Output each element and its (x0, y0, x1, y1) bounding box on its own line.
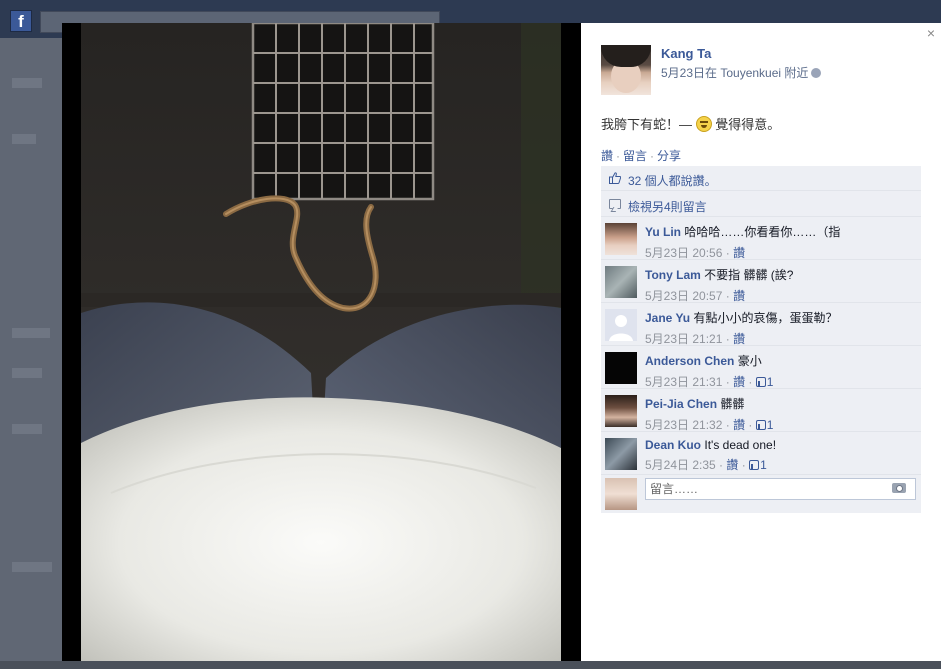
background-bottom (0, 661, 941, 669)
close-icon[interactable]: × (927, 25, 935, 41)
likes-number: 1 (760, 458, 767, 472)
commenter-name[interactable]: Tony Lam (645, 268, 701, 282)
viewer-avatar (605, 478, 637, 510)
background-left-column (0, 38, 62, 669)
like-link[interactable]: 讚 (601, 149, 613, 163)
post-message: 我胯下有蛇！— (601, 117, 693, 132)
comment-like-link[interactable]: 讚 (733, 375, 745, 389)
comment-meta: 5月23日 21:21 · 讚 (645, 332, 746, 346)
comment-meta: 5月23日 21:32 · 讚 · 1 (645, 418, 774, 432)
comment-meta: 5月24日 2:35 · 讚 · 1 (645, 458, 767, 472)
photo-stage[interactable] (62, 23, 581, 661)
post-actions: 讚 · 留言 · 分享 (601, 147, 681, 164)
photo-image (81, 23, 561, 661)
comment-like-link[interactable]: 讚 (733, 418, 745, 432)
comment-text: It's dead one! (704, 438, 777, 452)
post-text: 我胯下有蛇！— 覺得得意。 (601, 114, 780, 133)
comment-like-link[interactable]: 讚 (733, 332, 745, 346)
comment-like-link[interactable]: 讚 (733, 289, 745, 303)
comment-meta: 5月23日 20:57 · 讚 (645, 289, 746, 303)
author-avatar[interactable] (601, 45, 651, 95)
comment-like-link[interactable]: 讚 (726, 458, 738, 472)
comment-time[interactable]: 5月23日 21:32 (645, 418, 722, 432)
share-link[interactable]: 分享 (657, 149, 681, 163)
separator: · (650, 149, 655, 163)
commenter-name[interactable]: Pei-Jia Chen (645, 397, 717, 411)
commenter-avatar[interactable] (605, 352, 637, 384)
post-meta: 5月23日在 Touyenkuei 附近 (661, 64, 822, 81)
mini-like-icon (749, 460, 760, 470)
likes-count[interactable]: 32 個人都說讚。 (628, 174, 717, 188)
facebook-logo: f (10, 10, 32, 32)
commenter-name[interactable]: Anderson Chen (645, 354, 734, 368)
commenter-name[interactable]: Jane Yu (645, 311, 690, 325)
write-comment-row (601, 475, 921, 513)
view-more-label[interactable]: 檢視另4則留言 (628, 200, 707, 214)
likes-number: 1 (766, 418, 774, 432)
comment-time[interactable]: 5月23日 20:57 (645, 289, 722, 303)
likes-number: 1 (766, 375, 774, 389)
comment-time[interactable]: 5月23日 21:31 (645, 375, 722, 389)
comment-input[interactable] (645, 478, 916, 500)
camera-icon[interactable] (892, 483, 906, 493)
comment-item: Anderson Chen 豪小 5月23日 21:31 · 讚 · 1 (601, 346, 921, 389)
comment-time[interactable]: 5月23日 20:56 (645, 246, 722, 260)
mini-like-icon (755, 377, 766, 387)
like-thumb-icon (609, 172, 621, 184)
commenter-name[interactable]: Yu Lin (645, 225, 681, 239)
post-panel: × Kang Ta 5月23日在 Touyenkuei 附近 我胯下有蛇！— 覺… (581, 23, 941, 661)
default-profile-icon (609, 315, 633, 341)
likes-row[interactable]: 32 個人都說讚。 (601, 166, 921, 191)
commenter-avatar[interactable] (605, 395, 637, 427)
comments-section: 32 個人都說讚。 檢視另4則留言 Yu Lin 哈哈哈……你看看你……（指 5… (601, 166, 921, 513)
grin-emoji-icon (695, 116, 712, 132)
comment-item: Dean Kuo It's dead one! 5月24日 2:35 · 讚 ·… (601, 432, 921, 475)
comment-text: 哈哈哈……你看看你……（指 (684, 225, 841, 239)
view-more-comments[interactable]: 檢視另4則留言 (601, 191, 921, 217)
comment-likes-count[interactable]: 1 (755, 375, 774, 389)
post-feeling: 覺得得意。 (715, 117, 781, 132)
separator: · (616, 149, 621, 163)
commenter-avatar[interactable] (605, 266, 637, 298)
commenter-avatar-default[interactable] (605, 309, 637, 341)
comment-meta: 5月23日 21:31 · 讚 · 1 (645, 375, 774, 389)
comment-time[interactable]: 5月23日 21:21 (645, 332, 722, 346)
author-name[interactable]: Kang Ta (661, 46, 711, 61)
comment-text: 不要指 髒髒 (誒? (704, 268, 794, 282)
post-time-location[interactable]: 5月23日在 Touyenkuei 附近 (661, 66, 808, 80)
commenter-avatar[interactable] (605, 438, 637, 470)
comment-item: Jane Yu 有點小小的哀傷，蛋蛋勒？ 5月23日 21:21 · 讚 (601, 303, 921, 346)
commenter-avatar[interactable] (605, 223, 637, 255)
comment-like-link[interactable]: 讚 (733, 246, 745, 260)
snake-photo (81, 23, 561, 661)
comment-meta: 5月23日 20:56 · 讚 (645, 246, 746, 260)
globe-icon (811, 68, 822, 78)
background-topbar-right (560, 0, 941, 24)
comment-item: Yu Lin 哈哈哈……你看看你……（指 5月23日 20:56 · 讚 (601, 217, 921, 260)
comment-time[interactable]: 5月24日 2:35 (645, 458, 716, 472)
comment-link[interactable]: 留言 (623, 149, 647, 163)
mini-like-icon (755, 420, 766, 430)
comment-text: 豪小 (737, 354, 762, 368)
comment-likes-count[interactable]: 1 (755, 418, 774, 432)
comment-likes-count[interactable]: 1 (749, 458, 767, 472)
commenter-name[interactable]: Dean Kuo (645, 438, 701, 452)
comment-item: Pei-Jia Chen 髒髒 5月23日 21:32 · 讚 · 1 (601, 389, 921, 432)
comment-item: Tony Lam 不要指 髒髒 (誒? 5月23日 20:57 · 讚 (601, 260, 921, 303)
comment-bubble-icon (609, 199, 621, 209)
comment-text: 有點小小的哀傷，蛋蛋勒？ (693, 311, 838, 325)
comment-text: 髒髒 (720, 397, 745, 411)
